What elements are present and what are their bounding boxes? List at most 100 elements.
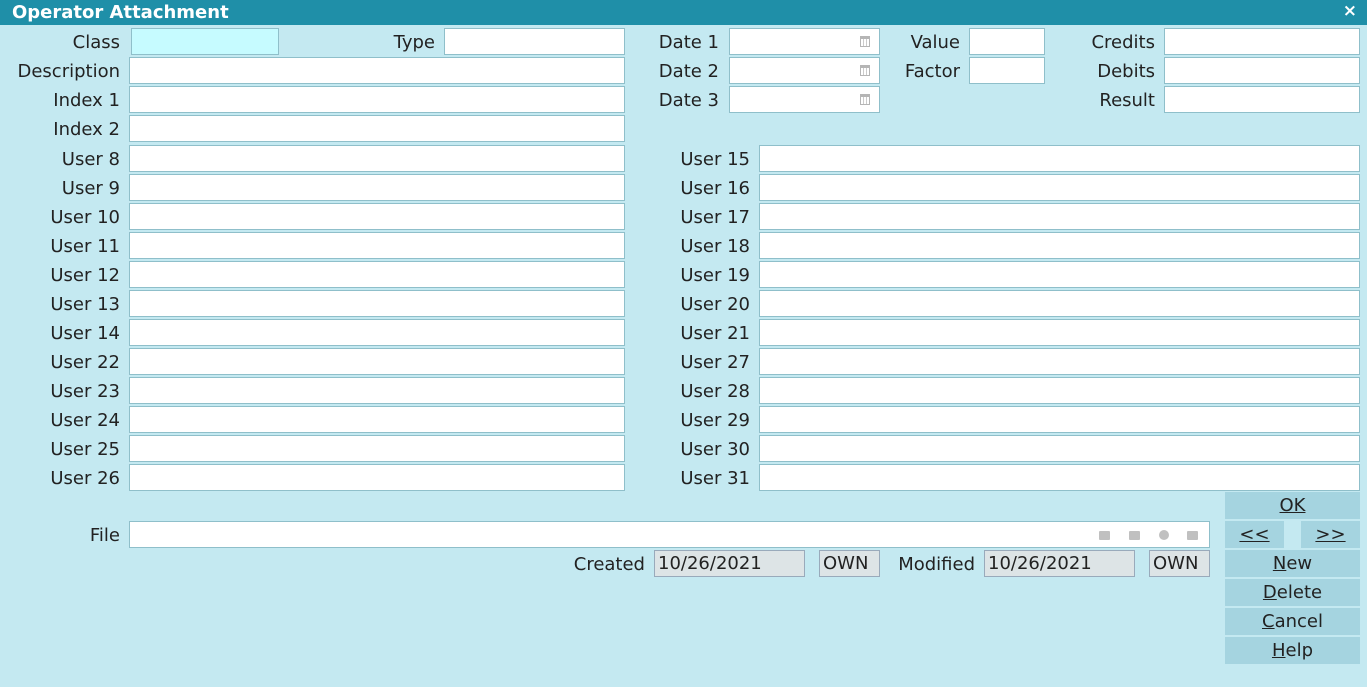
- modified-label: Modified: [898, 554, 975, 575]
- description-label: Description: [17, 61, 120, 82]
- user-right-label: User 29: [680, 410, 750, 431]
- clear-icon[interactable]: [1159, 530, 1169, 540]
- user-right-field[interactable]: [759, 348, 1360, 375]
- user-left-label: User 24: [50, 410, 120, 431]
- class-label: Class: [72, 32, 120, 53]
- help-button[interactable]: Help: [1225, 637, 1360, 664]
- prev-label: <<: [1239, 524, 1270, 545]
- user-left-field[interactable]: [129, 290, 625, 317]
- user-left-field[interactable]: [129, 319, 625, 346]
- index2-field[interactable]: [129, 115, 625, 142]
- user-left-label: User 11: [50, 236, 120, 257]
- new-mnemonic: N: [1272, 553, 1287, 574]
- user-right-label: User 18: [680, 236, 750, 257]
- value-field[interactable]: [969, 28, 1045, 55]
- user-right-field[interactable]: [759, 145, 1360, 172]
- date2-label: Date 2: [658, 61, 719, 82]
- user-left-label: User 10: [50, 207, 120, 228]
- user-left-field[interactable]: [129, 232, 625, 259]
- user-left-field[interactable]: [129, 435, 625, 462]
- debits-field[interactable]: [1164, 57, 1360, 84]
- factor-label: Factor: [904, 61, 960, 82]
- date3-field[interactable]: [729, 86, 880, 113]
- user-left-label: User 26: [50, 468, 120, 489]
- user-right-label: User 30: [680, 439, 750, 460]
- type-field[interactable]: [444, 28, 625, 55]
- class-field[interactable]: [131, 28, 279, 55]
- user-right-field[interactable]: [759, 377, 1360, 404]
- result-field[interactable]: [1164, 86, 1360, 113]
- window-title: Operator Attachment: [12, 2, 229, 23]
- printer-icon[interactable]: [1129, 531, 1140, 540]
- user-right-label: User 16: [680, 178, 750, 199]
- user-right-field[interactable]: [759, 290, 1360, 317]
- date1-label: Date 1: [658, 32, 719, 53]
- delete-mnemonic: D: [1262, 582, 1277, 603]
- close-icon[interactable]: ×: [1343, 1, 1357, 21]
- modified-date-field: 10/26/2021: [984, 550, 1135, 577]
- user-right-field[interactable]: [759, 464, 1360, 491]
- user-left-field[interactable]: [129, 261, 625, 288]
- ok-button[interactable]: OK: [1225, 492, 1360, 519]
- next-button[interactable]: >>: [1301, 521, 1360, 548]
- user-left-label: User 13: [50, 294, 120, 315]
- result-label: Result: [1099, 90, 1155, 111]
- calendar-icon[interactable]: [860, 65, 870, 76]
- user-left-label: User 12: [50, 265, 120, 286]
- help-label: elp: [1285, 640, 1314, 661]
- user-left-field[interactable]: [129, 406, 625, 433]
- user-right-label: User 31: [680, 468, 750, 489]
- ok-label: OK: [1279, 495, 1306, 516]
- user-right-label: User 15: [680, 149, 750, 170]
- user-right-field[interactable]: [759, 174, 1360, 201]
- user-left-field[interactable]: [129, 203, 625, 230]
- prev-button[interactable]: <<: [1225, 521, 1284, 548]
- user-left-field[interactable]: [129, 377, 625, 404]
- type-label: Type: [393, 32, 435, 53]
- new-button[interactable]: New: [1225, 550, 1360, 577]
- date1-field[interactable]: [729, 28, 880, 55]
- cancel-mnemonic: C: [1262, 611, 1275, 632]
- created-by-field: OWN: [819, 550, 880, 577]
- factor-field[interactable]: [969, 57, 1045, 84]
- user-right-label: User 19: [680, 265, 750, 286]
- created-label: Created: [573, 554, 645, 575]
- calendar-icon[interactable]: [860, 94, 870, 105]
- help-mnemonic: H: [1271, 640, 1286, 661]
- delete-button[interactable]: Delete: [1225, 579, 1360, 606]
- value-label: Value: [910, 32, 960, 53]
- user-left-field[interactable]: [129, 464, 625, 491]
- index1-field[interactable]: [129, 86, 625, 113]
- date3-label: Date 3: [658, 90, 719, 111]
- user-right-field[interactable]: [759, 435, 1360, 462]
- file-field[interactable]: [129, 521, 1210, 548]
- user-left-field[interactable]: [129, 348, 625, 375]
- user-left-label: User 22: [50, 352, 120, 373]
- delete-label: elete: [1276, 582, 1323, 603]
- user-right-field[interactable]: [759, 232, 1360, 259]
- user-right-label: User 21: [680, 323, 750, 344]
- lock-icon[interactable]: [1187, 531, 1198, 540]
- index1-label: Index 1: [53, 90, 120, 111]
- user-right-label: User 27: [680, 352, 750, 373]
- user-left-field[interactable]: [129, 145, 625, 172]
- user-right-field[interactable]: [759, 319, 1360, 346]
- user-right-field[interactable]: [759, 203, 1360, 230]
- user-left-label: User 25: [50, 439, 120, 460]
- new-label: ew: [1286, 553, 1313, 574]
- created-date-field: 10/26/2021: [654, 550, 805, 577]
- user-right-field[interactable]: [759, 261, 1360, 288]
- calendar-icon[interactable]: [860, 36, 870, 47]
- folder-icon[interactable]: [1099, 531, 1110, 540]
- user-left-label: User 8: [61, 149, 120, 170]
- debits-label: Debits: [1097, 61, 1155, 82]
- user-left-field[interactable]: [129, 174, 625, 201]
- file-label: File: [89, 525, 120, 546]
- user-right-field[interactable]: [759, 406, 1360, 433]
- credits-field[interactable]: [1164, 28, 1360, 55]
- cancel-button[interactable]: Cancel: [1225, 608, 1360, 635]
- cancel-label: ancel: [1274, 611, 1323, 632]
- description-field[interactable]: [129, 57, 625, 84]
- date2-field[interactable]: [729, 57, 880, 84]
- credits-label: Credits: [1091, 32, 1155, 53]
